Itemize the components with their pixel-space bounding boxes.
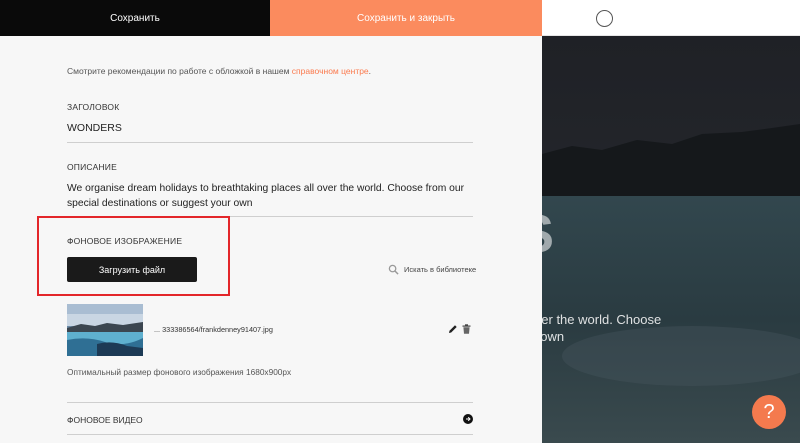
description-input[interactable]: We organise dream holidays to breathtaki… — [67, 181, 477, 211]
cover-editor: Сохранить Сохранить и закрыть Смотрите р… — [0, 0, 800, 443]
library-search-label: Искать в библиотеке — [404, 265, 477, 274]
preview-toggle-icon[interactable] — [596, 10, 613, 27]
arrow-right-icon[interactable] — [463, 414, 473, 424]
help-hint-text: Смотрите рекомендации по работе с обложк… — [67, 66, 292, 76]
pencil-icon[interactable] — [448, 324, 458, 334]
uploaded-filename: ... 333386564/frankdenney91407.jpg — [154, 325, 273, 334]
title-divider — [67, 142, 473, 143]
help-center-link[interactable]: справочном центре — [292, 66, 369, 76]
save-button[interactable]: Сохранить — [0, 0, 270, 36]
settings-panel: Смотрите рекомендации по работе с обложк… — [0, 36, 542, 443]
background-image-label: ФОНОВОЕ ИЗОБРАЖЕНИЕ — [67, 236, 183, 246]
upload-file-button[interactable]: Загрузить файл — [67, 257, 197, 282]
toolbar: Сохранить Сохранить и закрыть — [0, 0, 800, 36]
title-label: ЗАГОЛОВОК — [67, 102, 120, 112]
background-thumbnail — [67, 304, 143, 356]
help-hint: Смотрите рекомендации по работе с обложк… — [67, 66, 371, 76]
trash-icon[interactable] — [462, 324, 471, 334]
save-and-close-button[interactable]: Сохранить и закрыть — [270, 0, 542, 36]
search-icon — [388, 264, 399, 275]
cover-preview — [542, 36, 800, 443]
help-button[interactable]: ? — [752, 395, 786, 429]
background-video-label[interactable]: ФОНОВОЕ ВИДЕО — [67, 415, 143, 425]
library-search-link[interactable]: Искать в библиотеке — [388, 264, 476, 275]
title-input[interactable]: WONDERS — [67, 122, 122, 134]
size-recommendation: Оптимальный размер фонового изображения … — [67, 367, 292, 377]
video-divider — [67, 434, 473, 435]
help-hint-suffix: . — [368, 66, 372, 76]
image-divider — [67, 402, 473, 403]
description-label: ОПИСАНИЕ — [67, 162, 117, 172]
highlight-box — [37, 216, 230, 296]
